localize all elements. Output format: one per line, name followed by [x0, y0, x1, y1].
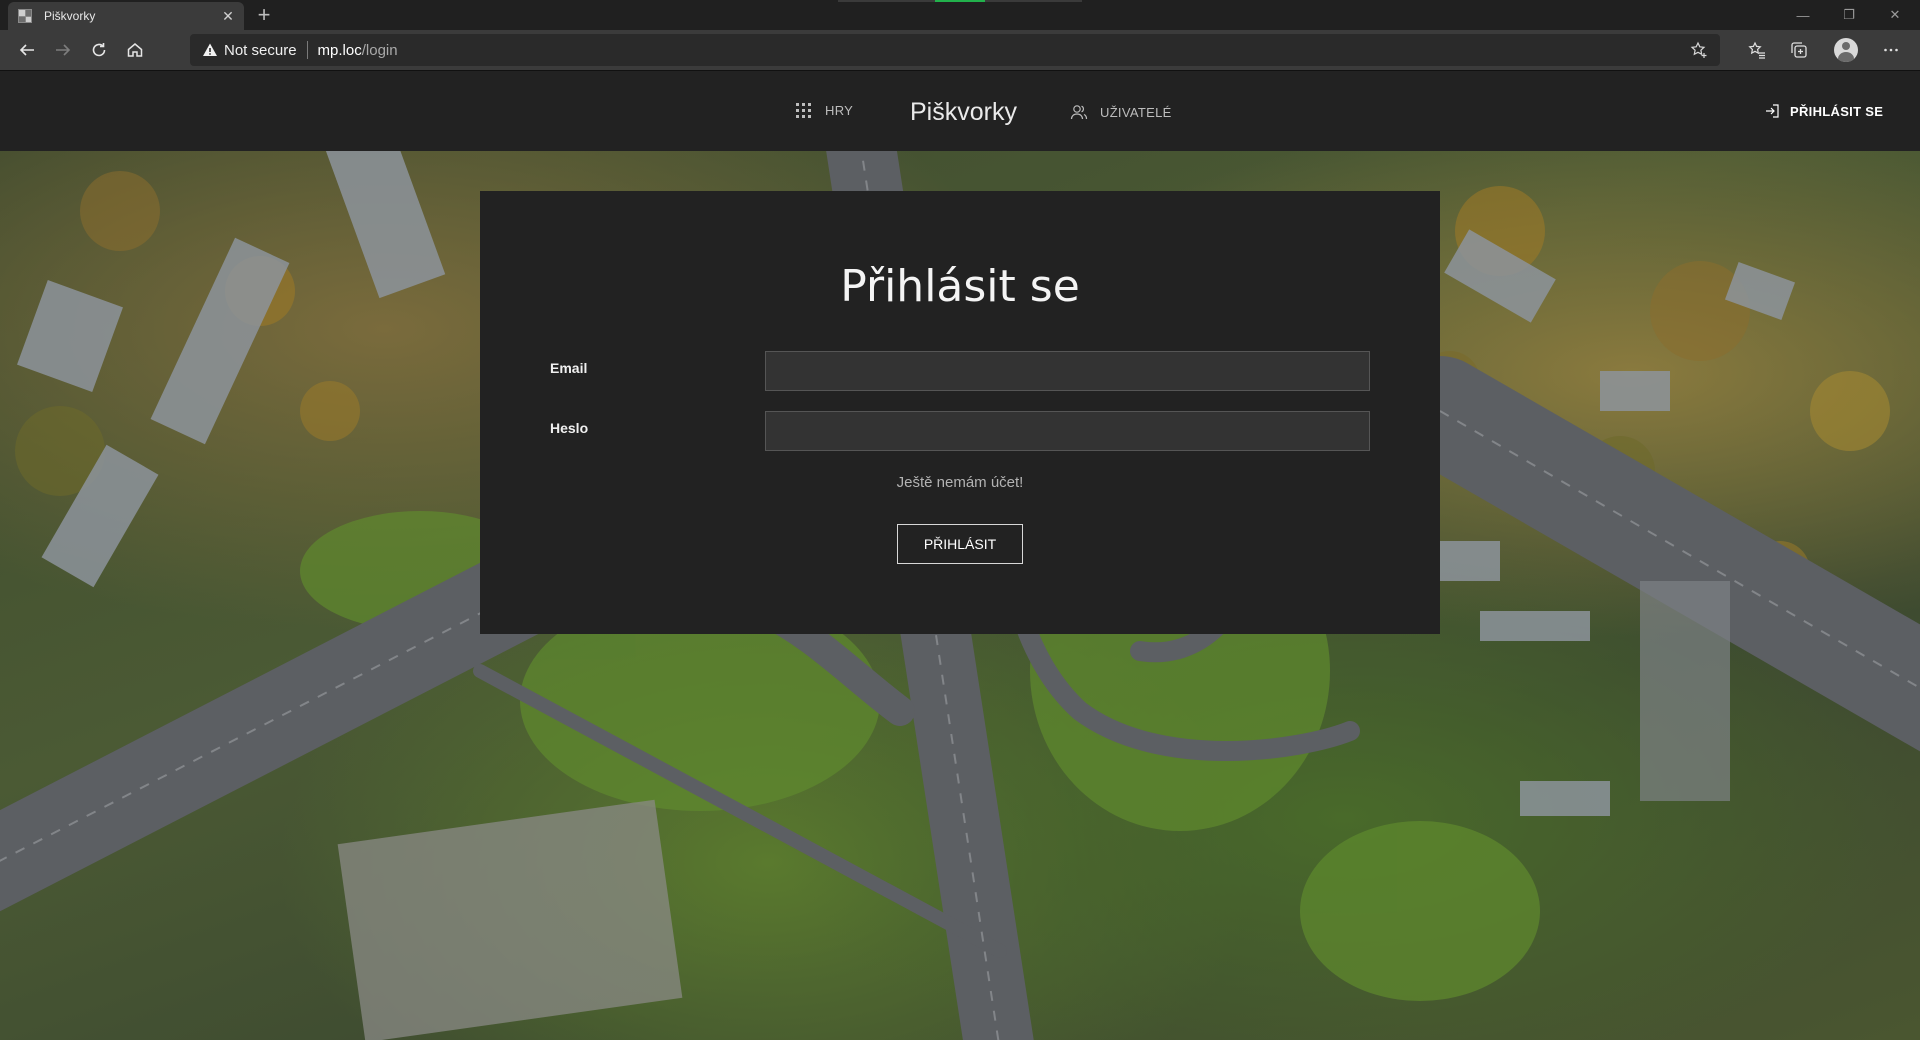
login-card: Přihlásit se Email Heslo Ještě nemám úče… — [480, 191, 1440, 634]
warning-triangle-icon — [203, 43, 217, 56]
password-field[interactable] — [765, 411, 1370, 451]
grid-favicon-icon — [18, 9, 32, 23]
back-button[interactable] — [12, 36, 42, 64]
tab-title: Piškvorky — [44, 9, 96, 23]
login-submit-button[interactable]: PŘIHLÁSIT — [897, 524, 1023, 564]
nav-login-label: PŘIHLÁSIT SE — [1790, 103, 1884, 119]
security-status[interactable]: Not secure — [224, 42, 297, 59]
refresh-icon — [92, 43, 106, 57]
address-divider — [306, 41, 308, 59]
address-bar[interactable]: Not secure mp.loc/login — [190, 34, 1720, 66]
nav-games-link[interactable]: HRY — [796, 103, 853, 118]
collections-icon — [1791, 42, 1807, 58]
email-field[interactable] — [765, 351, 1370, 391]
refresh-button[interactable] — [84, 36, 114, 64]
login-title: Přihlásit se — [840, 261, 1080, 312]
home-button[interactable] — [120, 36, 150, 64]
nav-users-label: UŽIVATELÉ — [1100, 104, 1172, 120]
favorites-button[interactable] — [1742, 36, 1772, 64]
brand-logo-link[interactable]: Piškvorky — [910, 98, 1017, 127]
arrow-left-icon — [19, 44, 34, 56]
maximize-window-button[interactable]: ❐ — [1826, 0, 1872, 30]
users-icon — [1070, 105, 1088, 120]
star-list-icon — [1748, 41, 1765, 59]
nav-login-link[interactable]: PŘIHLÁSIT SE — [1764, 103, 1883, 119]
close-tab-icon[interactable]: ✕ — [218, 6, 238, 26]
more-options-button[interactable] — [1876, 36, 1906, 64]
url-path: /login — [361, 41, 398, 59]
home-icon — [127, 43, 143, 57]
email-label: Email — [550, 360, 588, 376]
forward-button[interactable] — [48, 36, 78, 64]
nav-games-label: HRY — [825, 103, 854, 118]
site-navbar: HRY Piškvorky UŽIVATELÉ PŘIHLÁSIT SE — [0, 70, 1920, 151]
grid-dots-icon — [796, 103, 811, 118]
new-tab-button[interactable]: + — [252, 4, 276, 28]
collections-button[interactable] — [1784, 36, 1814, 64]
avatar-icon[interactable] — [1834, 38, 1858, 62]
star-plus-icon[interactable] — [1690, 41, 1708, 59]
sign-in-icon — [1766, 104, 1779, 118]
browser-tabbar: Piškvorky ✕ + — ❐ ✕ — [0, 0, 1920, 30]
browser-tab[interactable]: Piškvorky ✕ — [8, 2, 244, 30]
password-label: Heslo — [550, 420, 589, 436]
register-link[interactable]: Ještě nemám účet! — [480, 474, 1440, 491]
more-dots-icon — [1884, 48, 1898, 52]
tabbar-accent-green — [935, 0, 985, 2]
browser-toolbar: Not secure mp.loc/login — [0, 30, 1920, 70]
close-window-button[interactable]: ✕ — [1872, 0, 1918, 30]
url-host: mp.loc — [317, 41, 362, 59]
minimize-window-button[interactable]: — — [1780, 0, 1826, 30]
nav-users-link[interactable]: UŽIVATELÉ — [1070, 103, 1172, 121]
arrow-right-icon — [56, 44, 71, 56]
